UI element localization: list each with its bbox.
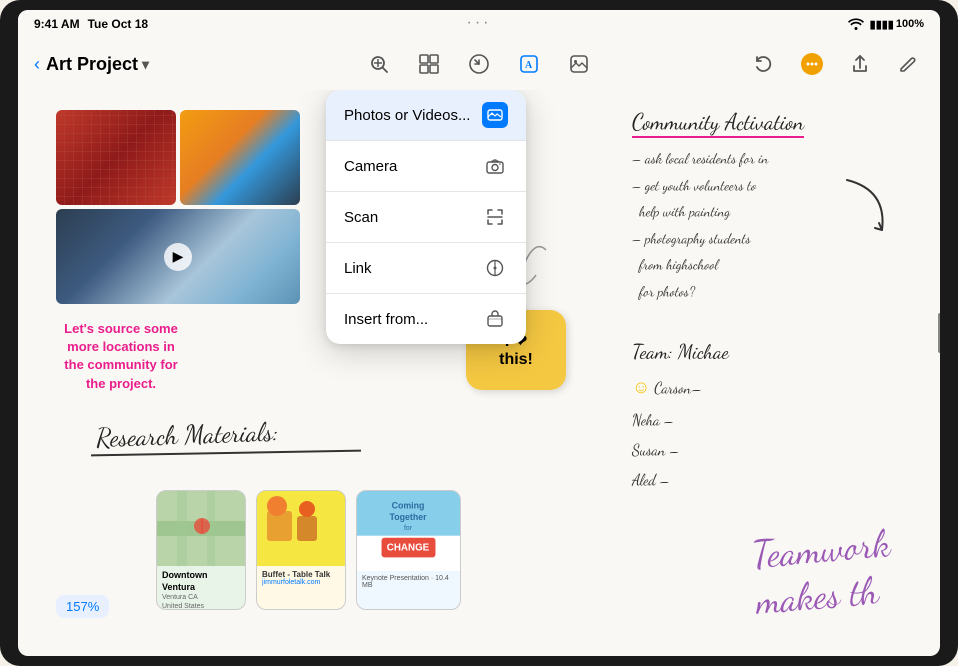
keynote-card-info: Keynote Presentation · 10.4 MB — [357, 571, 460, 593]
menu-item-scan[interactable]: Scan — [326, 192, 526, 243]
screen: ··· 9:41 AM Tue Oct 18 ▮▮▮▮ 100% — [18, 10, 940, 656]
team-section: Team: Michae ☺ Carson– Neha – Susan – Al… — [632, 340, 912, 496]
community-underline — [632, 136, 804, 138]
more-button[interactable] — [796, 48, 828, 80]
bottom-cards: Downtown Ventura Ventura CAUnited States… — [156, 490, 461, 610]
nav-center-tools: A — [363, 48, 595, 80]
teamwork-text: Teamworkmakes th — [750, 520, 896, 624]
side-button[interactable] — [938, 313, 940, 353]
format-tool-button[interactable]: A — [513, 48, 545, 80]
menu-item-link[interactable]: Link — [326, 243, 526, 294]
scan-icon — [482, 204, 508, 230]
menu-item-photos-videos[interactable]: Photos or Videos... — [326, 90, 526, 141]
photo-building-corner — [180, 110, 300, 205]
status-time: 9:41 AM — [34, 17, 80, 31]
nav-bar: ‹ Art Project ▾ — [18, 38, 940, 90]
menu-item-label-camera: Camera — [344, 158, 397, 175]
ipad-frame: ··· 9:41 AM Tue Oct 18 ▮▮▮▮ 100% — [0, 0, 958, 666]
svg-text:Together: Together — [389, 512, 427, 522]
speech-bubble-line2: this! — [499, 351, 533, 369]
community-activation-title: Community Activation — [632, 110, 804, 136]
grid-tool-button[interactable] — [413, 48, 445, 80]
menu-item-label-link: Link — [344, 260, 372, 277]
team-label: Team: Michae — [632, 340, 912, 364]
status-left: 9:41 AM Tue Oct 18 — [34, 17, 148, 31]
play-button[interactable]: ▶ — [164, 243, 192, 271]
menu-item-camera[interactable]: Camera — [326, 141, 526, 192]
zoom-level: 157% — [56, 595, 109, 618]
team-member-4: Aled – — [632, 466, 912, 496]
team-member-2: Neha – — [632, 406, 912, 436]
status-date: Tue Oct 18 — [88, 17, 148, 31]
share-button[interactable] — [844, 48, 876, 80]
insert-from-icon — [482, 306, 508, 332]
keynote-card[interactable]: Coming Together for CHANGE Keynote Prese… — [356, 490, 461, 610]
menu-item-insert-from[interactable]: Insert from... — [326, 294, 526, 344]
menu-item-label-insert: Insert from... — [344, 311, 428, 328]
status-right: ▮▮▮▮ 100% — [848, 18, 924, 31]
three-dots-handle: ··· — [467, 14, 492, 32]
link-icon — [482, 255, 508, 281]
photo-area: ▶ — [56, 110, 336, 310]
buffet-card-info: Buffet - Table Talk jimmurfoletalk.com — [257, 566, 345, 590]
arrow-decoration — [837, 170, 897, 250]
content-area: ▶ Let's source some more locations in th… — [36, 90, 922, 638]
photo-street-video: ▶ — [56, 209, 300, 304]
nav-title: Art Project ▾ — [46, 54, 149, 75]
image-tool-button[interactable] — [563, 48, 595, 80]
map-card[interactable]: Downtown Ventura Ventura CAUnited States… — [156, 490, 246, 610]
wifi-icon — [848, 18, 864, 30]
search-tool-button[interactable] — [363, 48, 395, 80]
map-card-image — [157, 491, 245, 566]
dropdown-menu: Photos or Videos... Camera — [326, 90, 526, 344]
photo-brick-wall — [56, 110, 176, 205]
edit-button[interactable] — [892, 48, 924, 80]
undo-button[interactable] — [748, 48, 780, 80]
buffet-card[interactable]: Buffet - Table Talk jimmurfoletalk.com — [256, 490, 346, 610]
research-materials-text: Research Materials: — [96, 417, 279, 454]
nav-left: ‹ Art Project ▾ — [34, 54, 149, 75]
menu-item-label-photos: Photos or Videos... — [344, 107, 470, 124]
photo-grid: ▶ — [56, 110, 336, 304]
attachment-tool-button[interactable] — [463, 48, 495, 80]
photos-videos-icon — [482, 102, 508, 128]
map-card-info: Downtown Ventura Ventura CAUnited States… — [157, 566, 245, 610]
buffet-card-image — [257, 491, 345, 566]
team-member-3: Susan – — [632, 436, 912, 466]
svg-text:CHANGE: CHANGE — [387, 543, 430, 554]
back-button[interactable]: ‹ — [34, 54, 40, 75]
camera-icon — [482, 153, 508, 179]
community-title-wrapper: Community Activation — [632, 110, 804, 136]
battery-icon: ▮▮▮▮ 100% — [870, 18, 924, 31]
right-handwriting: Community Activation – ask local residen… — [632, 110, 912, 306]
menu-item-label-scan: Scan — [344, 209, 378, 226]
keynote-card-image: Coming Together for CHANGE — [357, 491, 460, 571]
team-members-list: ☺ Carson– Neha – Susan – Aled – — [632, 370, 912, 496]
dropdown-arrow[interactable]: ▾ — [142, 56, 149, 73]
pink-text: Let's source some more locations in the … — [56, 320, 186, 393]
svg-text:for: for — [404, 525, 413, 532]
svg-text:A: A — [525, 60, 533, 71]
svg-text:Coming: Coming — [392, 500, 425, 510]
team-member-1: ☺ Carson– — [632, 370, 912, 406]
nav-right — [748, 48, 924, 80]
